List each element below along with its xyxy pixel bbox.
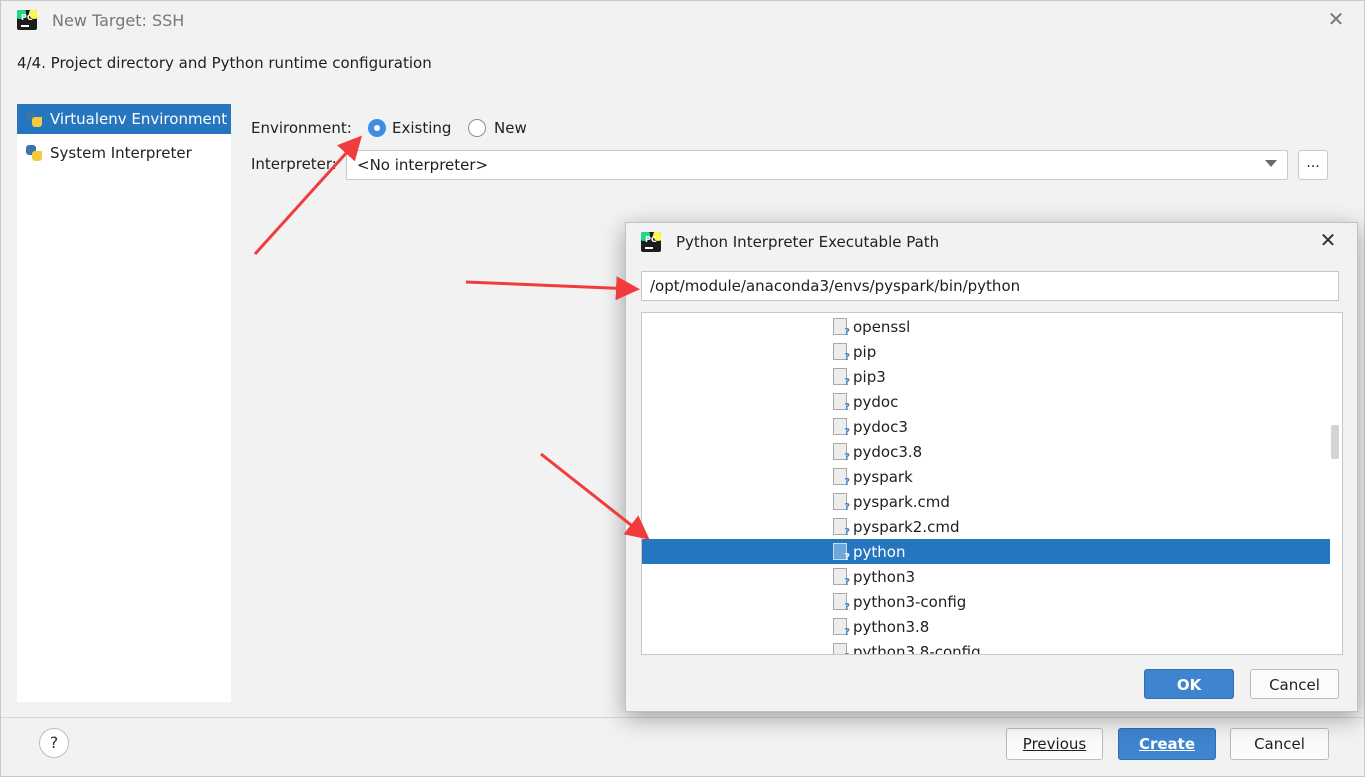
- environment-label: Environment:: [251, 119, 352, 137]
- file-name: openssl: [853, 317, 911, 336]
- chevron-down-icon[interactable]: [1265, 160, 1277, 167]
- environment-type-list: Virtualenv Environment System Interprete…: [17, 104, 231, 702]
- new-radio-label[interactable]: New: [494, 119, 527, 137]
- python-icon: [25, 110, 43, 128]
- file-tree-row[interactable]: pyspark.cmd: [642, 489, 1330, 514]
- file-name: pyspark: [853, 467, 913, 486]
- file-tree-row[interactable]: pyspark: [642, 464, 1330, 489]
- file-tree-row[interactable]: openssl: [642, 314, 1330, 339]
- dialog-cancel-button[interactable]: Cancel: [1250, 669, 1339, 699]
- file-tree-row[interactable]: pyspark2.cmd: [642, 514, 1330, 539]
- create-button-label: Create: [1138, 735, 1196, 753]
- file-tree-row[interactable]: python3: [642, 564, 1330, 589]
- unknown-file-icon: [833, 343, 850, 363]
- footer-divider: [1, 717, 1365, 718]
- unknown-file-icon: [833, 493, 850, 513]
- pycharm-logo-icon: PC: [17, 10, 37, 30]
- sidebar-item-label: System Interpreter: [50, 144, 192, 162]
- file-name: pyspark2.cmd: [853, 517, 960, 536]
- file-name: python3-config: [853, 592, 967, 611]
- file-name: pyspark.cmd: [853, 492, 950, 511]
- interpreter-value: <No interpreter>: [357, 156, 489, 174]
- file-tree-row[interactable]: pydoc3.8: [642, 439, 1330, 464]
- create-button[interactable]: Create: [1118, 728, 1216, 760]
- file-name: pip: [853, 342, 877, 361]
- file-name: pydoc3.8: [853, 442, 923, 461]
- file-tree[interactable]: openssl pip pip3 pydoc pydoc3 pydoc3.8 pyspark…: [641, 312, 1343, 655]
- step-title: 4/4. Project directory and Python runtim…: [17, 54, 432, 72]
- unknown-file-icon: [833, 593, 850, 613]
- interpreter-dropdown[interactable]: <No interpreter>: [346, 150, 1288, 180]
- file-name: python3.8-config: [853, 642, 981, 655]
- file-tree-row[interactable]: pydoc: [642, 389, 1330, 414]
- file-name: pydoc3: [853, 417, 908, 436]
- interpreter-path-dialog: PC Python Interpreter Executable Path ✕ …: [625, 222, 1358, 712]
- file-name: pip3: [853, 367, 886, 386]
- sidebar-item-label: Virtualenv Environment: [50, 110, 228, 128]
- sidebar-item-system-interpreter[interactable]: System Interpreter: [17, 138, 231, 168]
- help-icon[interactable]: ?: [39, 728, 69, 758]
- unknown-file-icon: [833, 393, 850, 413]
- previous-button[interactable]: Previous: [1006, 728, 1103, 760]
- python-icon: [25, 144, 43, 162]
- existing-radio-label[interactable]: Existing: [392, 119, 451, 137]
- ok-button[interactable]: OK: [1144, 669, 1234, 699]
- file-name: python3.8: [853, 617, 930, 636]
- browse-interpreter-button[interactable]: ...: [1298, 150, 1328, 180]
- unknown-file-icon: [833, 643, 850, 654]
- file-name: python3: [853, 567, 916, 586]
- unknown-file-icon: [833, 418, 850, 438]
- unknown-file-icon: [833, 543, 850, 563]
- unknown-file-icon: [833, 518, 850, 538]
- unknown-file-icon: [833, 318, 850, 338]
- file-tree-row[interactable]: pip3: [642, 364, 1330, 389]
- dialog-title: Python Interpreter Executable Path: [676, 233, 940, 251]
- file-name: python: [853, 542, 906, 561]
- existing-radio[interactable]: [368, 119, 386, 137]
- file-tree-row[interactable]: python3.8: [642, 614, 1330, 639]
- file-tree-row[interactable]: python: [642, 539, 1330, 564]
- dialog-close-icon[interactable]: ✕: [1318, 229, 1338, 251]
- file-tree-row[interactable]: python3.8-config: [642, 639, 1330, 655]
- scrollbar-thumb[interactable]: [1331, 425, 1339, 459]
- unknown-file-icon: [833, 468, 850, 488]
- interpreter-label: Interpreter:: [251, 155, 337, 173]
- unknown-file-icon: [833, 443, 850, 463]
- previous-button-label: Previous: [1022, 735, 1087, 753]
- unknown-file-icon: [833, 618, 850, 638]
- unknown-file-icon: [833, 368, 850, 388]
- path-input[interactable]: [641, 271, 1339, 301]
- title-bar: PC New Target: SSH ✕: [1, 1, 1365, 39]
- file-name: pydoc: [853, 392, 899, 411]
- pycharm-logo-icon: PC: [641, 232, 661, 252]
- window-title: New Target: SSH: [52, 11, 185, 30]
- file-tree-row[interactable]: pip: [642, 339, 1330, 364]
- sidebar-item-virtualenv[interactable]: Virtualenv Environment: [17, 104, 231, 134]
- cancel-button[interactable]: Cancel: [1230, 728, 1329, 760]
- file-tree-row[interactable]: pydoc3: [642, 414, 1330, 439]
- window-close-icon[interactable]: ✕: [1326, 8, 1346, 30]
- unknown-file-icon: [833, 568, 850, 588]
- file-tree-row[interactable]: python3-config: [642, 589, 1330, 614]
- new-radio[interactable]: [468, 119, 486, 137]
